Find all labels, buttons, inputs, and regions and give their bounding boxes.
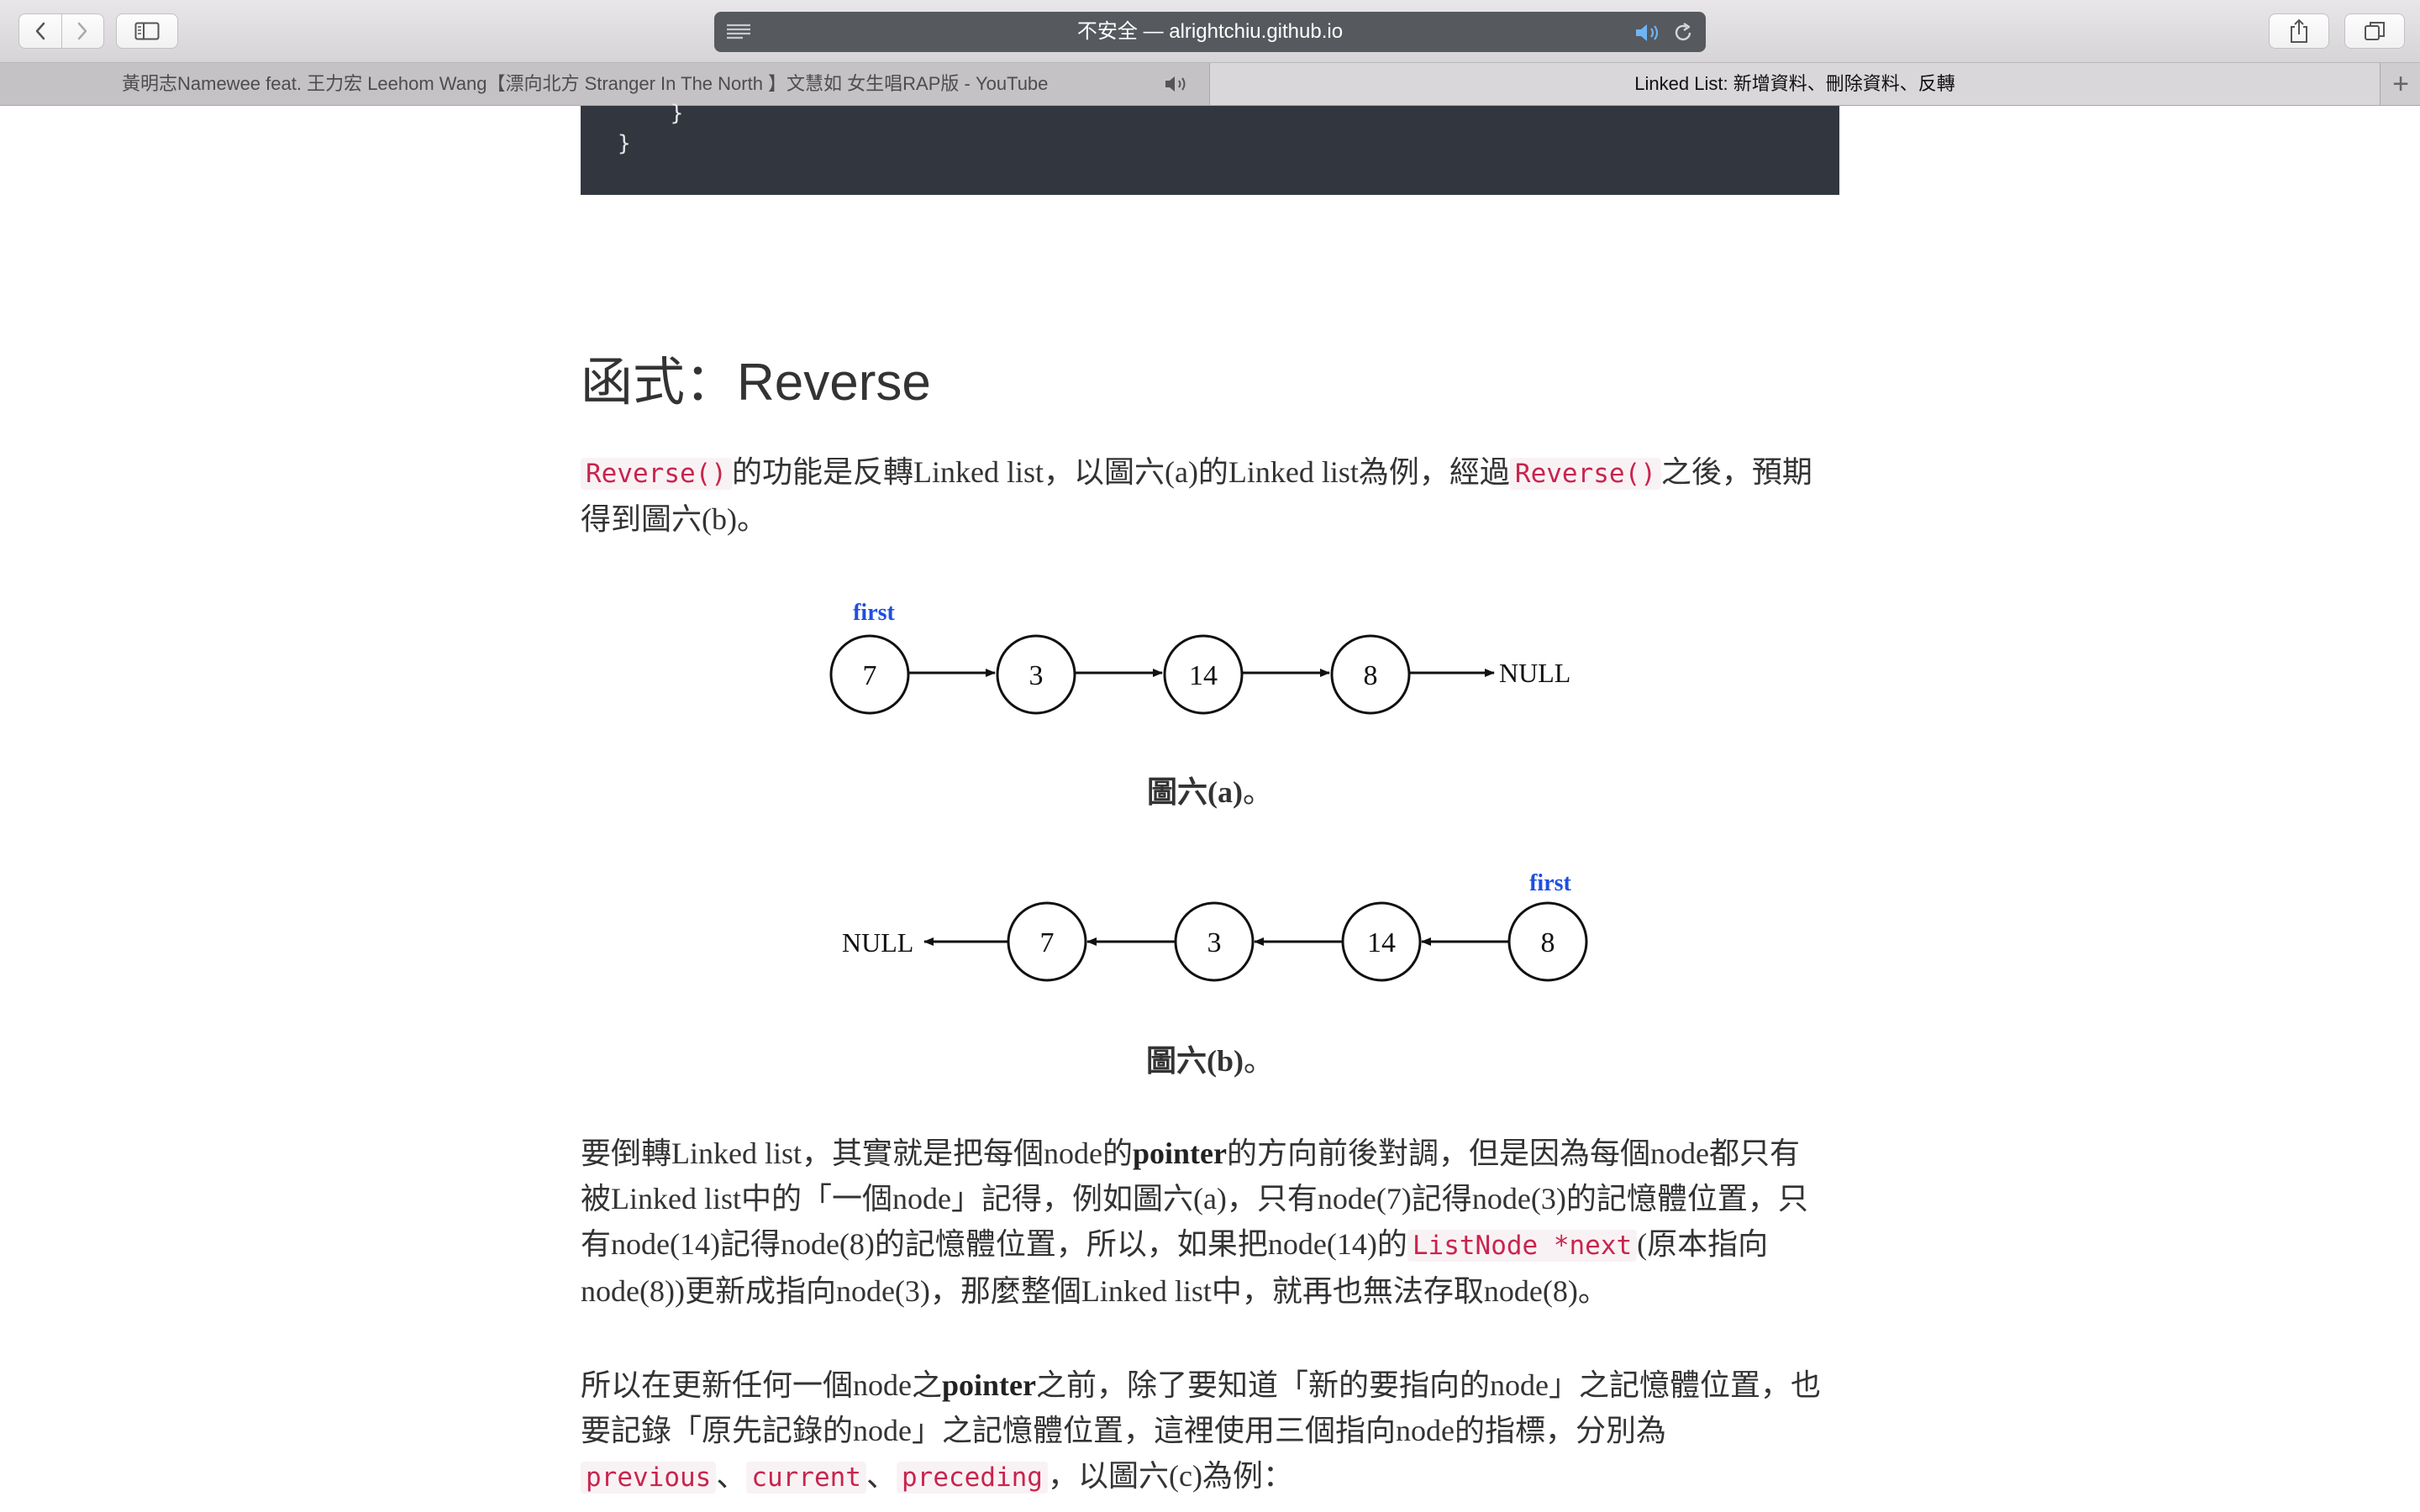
caption-tail: 。 — [1243, 1044, 1274, 1078]
inline-code: previous — [581, 1462, 717, 1494]
node-circle: 3 — [1174, 901, 1255, 982]
caption-label: 圖六(a) — [1147, 775, 1243, 809]
sidebar-icon — [134, 22, 160, 40]
node-circle: 7 — [1007, 901, 1087, 982]
tab-linked-list[interactable]: Linked List: 新增資料、刪除資料、反轉 — [1210, 63, 2380, 105]
first-pointer-label: first — [853, 600, 895, 626]
figure-b-caption: 圖六(b)。 — [581, 1037, 1839, 1080]
inline-code: ListNode *next — [1407, 1230, 1638, 1262]
null-label: NULL — [842, 927, 913, 958]
chevron-left-icon — [35, 22, 45, 40]
pointer-paragraph: 所以在更新任何一個node之pointer之前，除了要知道「新的要指向的node… — [581, 1362, 1824, 1500]
caption-label: 圖六(b) — [1145, 1044, 1244, 1078]
node-value: 14 — [1367, 927, 1396, 958]
tab-audio-icon[interactable] — [1163, 74, 1192, 94]
speaker-icon[interactable] — [1634, 22, 1664, 44]
intro-paragraph: Reverse() 的功能是反轉Linked list，以圖六(a)的Linked… — [581, 449, 1824, 542]
node-value: 7 — [863, 660, 877, 691]
node-circle: 7 — [829, 634, 910, 715]
reload-icon[interactable] — [1672, 22, 1694, 44]
caption-tail: 。 — [1242, 775, 1273, 809]
node-value: 3 — [1207, 927, 1222, 958]
text: 所以在更新任何一個node之 — [581, 1368, 942, 1402]
tab-title: Linked List: 新增資料、刪除資料、反轉 — [1634, 73, 1955, 94]
sidebar-button[interactable] — [116, 13, 178, 49]
node-value: 8 — [1364, 660, 1378, 691]
inline-code: preceding — [897, 1462, 1048, 1494]
address-bar[interactable]: 不安全 — alrightchiu.github.io — [714, 12, 1706, 52]
back-button[interactable] — [19, 14, 61, 48]
code-line: } — [618, 131, 631, 156]
node-circle: 8 — [1507, 901, 1588, 982]
inline-code: current — [746, 1462, 866, 1494]
node-value: 7 — [1040, 927, 1055, 958]
node-value: 8 — [1541, 927, 1555, 958]
figure-b-diagram: first NULL 7 3 14 8 — [842, 870, 1588, 982]
separator: 、 — [865, 1459, 897, 1493]
null-label: NULL — [1499, 658, 1570, 688]
explanation-paragraph: 要倒轉Linked list，其實就是把每個node的pointer的方向前後對… — [581, 1131, 1824, 1314]
tab-bar: 黃明志Namewee feat. 王力宏 Leehom Wang【漂向北方 St… — [0, 63, 2420, 106]
chevron-right-icon — [78, 22, 87, 40]
node-circle: 14 — [1163, 634, 1244, 715]
bold-term: pointer — [941, 1368, 1036, 1402]
text: 要倒轉Linked list，其實就是把每個node的 — [581, 1137, 1133, 1170]
browser-toolbar: 不安全 — alrightchiu.github.io — [0, 0, 2420, 63]
section-heading: 函式：Reverse — [581, 354, 931, 412]
node-value: 14 — [1189, 660, 1218, 691]
separator: 、 — [716, 1459, 747, 1493]
forward-button[interactable] — [60, 14, 104, 48]
first-pointer-label: first — [1529, 870, 1571, 896]
tab-youtube[interactable]: 黃明志Namewee feat. 王力宏 Leehom Wang【漂向北方 St… — [0, 63, 1210, 105]
address-text: 不安全 — alrightchiu.github.io — [1076, 20, 1344, 43]
figure-a-diagram: first 7 3 14 8 NULL — [829, 600, 1570, 715]
tab-overview-button[interactable] — [2344, 13, 2405, 49]
figure-a-caption: 圖六(a)。 — [581, 768, 1839, 811]
tab-title: 黃明志Namewee feat. 王力宏 Leehom Wang【漂向北方 St… — [122, 73, 1049, 94]
share-icon — [2291, 18, 2307, 43]
nav-buttons — [18, 13, 104, 49]
share-button[interactable] — [2269, 13, 2329, 49]
inline-code: Reverse() — [581, 458, 732, 490]
inline-code: Reverse() — [1509, 458, 1661, 490]
node-circle: 8 — [1330, 634, 1411, 715]
node-circle: 14 — [1341, 901, 1422, 982]
text: 的功能是反轉Linked list，以圖六(a)的Linked list為例，經… — [731, 455, 1510, 489]
node-value: 3 — [1029, 660, 1044, 691]
code-line: } — [618, 101, 684, 126]
bold-term: pointer — [1132, 1137, 1227, 1170]
text: ，以圖六(c)為例： — [1047, 1459, 1293, 1493]
code-block: } } — [581, 101, 1839, 195]
tabs-icon — [2365, 22, 2385, 40]
node-circle: 3 — [996, 634, 1076, 715]
new-tab-button[interactable]: + — [2380, 63, 2420, 105]
